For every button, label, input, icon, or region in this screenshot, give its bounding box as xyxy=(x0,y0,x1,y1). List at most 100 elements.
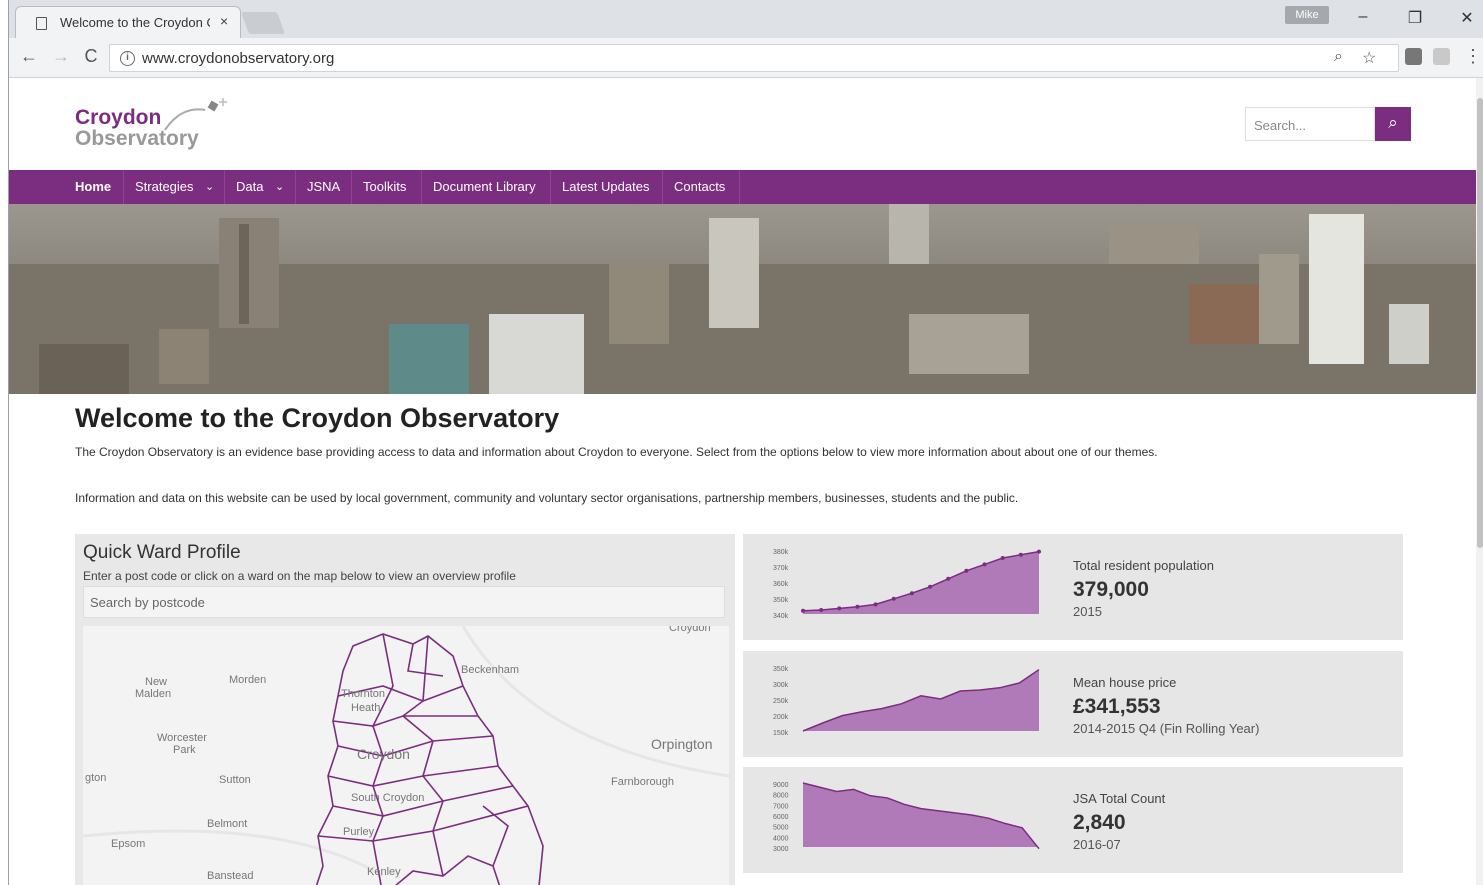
intro-paragraph: Information and data on this website can… xyxy=(75,491,1019,505)
data-point xyxy=(1037,549,1041,554)
nav-strategies[interactable]: Strategies xyxy=(135,170,194,204)
tick-label: 250k xyxy=(773,698,789,705)
browser-tab[interactable]: Welcome to the Croydon Observatory × xyxy=(15,6,241,38)
scrollbar-thumb[interactable] xyxy=(1477,98,1483,548)
intro-paragraph: The Croydon Observatory is an evidence b… xyxy=(75,445,1158,459)
tick-label: 200k xyxy=(773,714,789,721)
map-label: Sutton xyxy=(219,774,251,786)
search-button[interactable]: ⌕ xyxy=(1375,107,1411,141)
maximize-button[interactable]: ❐ xyxy=(1401,8,1429,28)
stat-label: Mean house price xyxy=(1073,675,1177,690)
postcode-search-input[interactable]: Search by postcode xyxy=(83,586,725,618)
data-point xyxy=(855,604,860,609)
tick-label: 8000 xyxy=(773,793,789,800)
ward-profile-subtitle: Enter a post code or click on a ward on … xyxy=(83,569,516,583)
tick-label: 3000 xyxy=(773,846,789,853)
site-search-input[interactable]: Search... xyxy=(1245,107,1375,141)
minimize-button[interactable]: – xyxy=(1349,8,1377,26)
map-label: Croydon xyxy=(357,746,410,762)
ward-map[interactable]: Croydon New Malden Morden Thornton Heath… xyxy=(83,626,729,885)
nav-divider xyxy=(123,170,124,204)
info-icon[interactable]: i xyxy=(120,51,135,66)
nav-document-library[interactable]: Document Library xyxy=(433,170,536,204)
population-area-chart: 380k 370k 360k 350k 340k xyxy=(773,549,1041,620)
tick-label: 370k xyxy=(773,565,789,572)
nav-latest-updates[interactable]: Latest Updates xyxy=(562,170,649,204)
map-label: gton xyxy=(85,772,107,784)
tick-label: 300k xyxy=(773,682,789,689)
browser-menu-icon[interactable]: ⋮ xyxy=(1461,46,1483,67)
stat-value: 2,840 xyxy=(1073,811,1126,834)
nav-home[interactable]: Home xyxy=(75,170,111,204)
web-page: Croydon Observatory Search... ⌕ Home Str… xyxy=(9,78,1483,885)
nav-divider xyxy=(351,170,352,204)
stat-card-jsa-count[interactable]: 9000 8000 7000 6000 5000 4000 3000 JSA Total C… xyxy=(743,767,1403,873)
chevron-down-icon: ⌄ xyxy=(205,181,215,193)
tick-label: 380k xyxy=(773,549,789,556)
nav-divider xyxy=(739,170,740,204)
zoom-icon[interactable]: ⌕ xyxy=(1334,48,1343,66)
chevron-down-icon: ⌄ xyxy=(275,181,285,193)
data-point xyxy=(964,568,969,573)
forward-button[interactable]: → xyxy=(49,46,73,67)
area-series xyxy=(803,669,1039,731)
ward-profile-title: Quick Ward Profile xyxy=(83,542,241,563)
tick-label: 340k xyxy=(773,613,789,620)
tick-label: 350k xyxy=(773,666,789,673)
map-label: Orpington xyxy=(651,736,713,752)
back-button[interactable]: ← xyxy=(17,46,41,67)
data-point xyxy=(837,606,842,611)
map-label: Belmont xyxy=(207,818,248,830)
site-logo[interactable]: Croydon Observatory xyxy=(75,96,245,156)
url-text: www.croydonobservatory.org xyxy=(142,50,335,67)
tab-title: Welcome to the Croydon Observatory xyxy=(60,15,210,30)
stat-card-house-price[interactable]: 350k 300k 250k 200k 150k Mean house price £3… xyxy=(743,651,1403,757)
close-window-button[interactable]: ✕ xyxy=(1453,8,1481,28)
address-bar[interactable]: i www.croydonobservatory.org ⌕ ☆ xyxy=(109,44,1399,72)
stat-card-population[interactable]: 380k 370k 360k 350k 340k Total resident popu… xyxy=(743,534,1403,640)
browser-toolbar: ← → C i www.croydonobservatory.org ⌕ ☆ ⋮ xyxy=(9,38,1483,78)
page-title: Welcome to the Croydon Observatory xyxy=(75,403,560,433)
house-price-area-chart: 350k 300k 250k 200k 150k xyxy=(773,666,1040,737)
extension-icon[interactable] xyxy=(1433,48,1450,65)
data-point xyxy=(873,602,878,607)
data-point xyxy=(801,608,805,613)
map-label: Farnborough xyxy=(611,776,674,788)
page-scrollbar[interactable] xyxy=(1476,78,1483,885)
nav-divider xyxy=(224,170,225,204)
data-point xyxy=(819,608,824,612)
data-point xyxy=(982,562,987,567)
reload-button[interactable]: C xyxy=(79,46,103,67)
tick-label: 4000 xyxy=(773,835,789,842)
tab-close-icon[interactable]: × xyxy=(220,13,228,29)
satellite-icon xyxy=(164,98,227,131)
data-point xyxy=(909,591,914,596)
map-label: Purley xyxy=(343,826,375,838)
tick-label: 350k xyxy=(773,597,789,604)
nav-divider xyxy=(662,170,663,204)
new-tab-button[interactable] xyxy=(240,12,286,34)
hero-image xyxy=(9,204,1483,394)
extension-icon[interactable] xyxy=(1405,48,1422,65)
map-label: Park xyxy=(173,744,196,756)
map-label: Malden xyxy=(135,688,172,700)
nav-divider xyxy=(550,170,551,204)
map-label: South Croydon xyxy=(351,792,425,804)
map-label: New xyxy=(145,676,168,688)
nav-contacts[interactable]: Contacts xyxy=(674,170,725,204)
bookmark-star-icon[interactable]: ☆ xyxy=(1362,48,1376,68)
jsa-area-chart: 9000 8000 7000 6000 5000 4000 3000 xyxy=(773,782,1040,853)
area-series xyxy=(803,551,1039,614)
map-label: Thornton xyxy=(341,688,386,700)
nav-toolkits[interactable]: Toolkits xyxy=(363,170,406,204)
nav-jsna[interactable]: JSNA xyxy=(307,170,340,204)
data-point xyxy=(891,596,896,601)
data-point xyxy=(1018,552,1023,557)
stat-date: 2014-2015 Q4 (Fin Rolling Year) xyxy=(1073,721,1260,736)
user-badge[interactable]: Mike xyxy=(1285,6,1329,24)
nav-data[interactable]: Data xyxy=(236,170,263,204)
browser-window: Welcome to the Croydon Observatory × Mik… xyxy=(8,0,1483,885)
tick-label: 7000 xyxy=(773,803,789,810)
map-label: Epsom xyxy=(111,838,146,850)
tick-label: 9000 xyxy=(773,782,789,789)
